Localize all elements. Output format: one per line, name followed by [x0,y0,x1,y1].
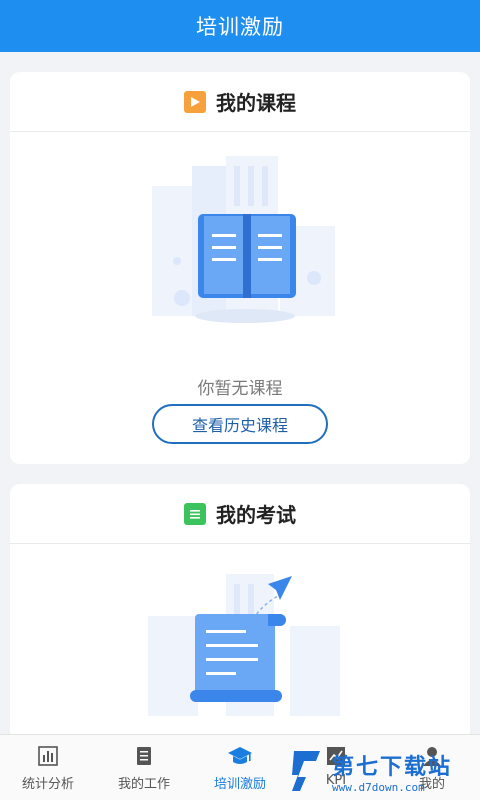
empty-courses-illustration [152,156,335,323]
watermark-url: www.d7down.com [332,780,425,794]
exams-card-title: 我的考试 [216,503,296,527]
watermark-title: 第七下载站 [332,754,453,780]
my-courses-card: 我的课程 你暂无课程 查看历史课程 [10,72,470,464]
graduation-cap-icon [227,743,253,769]
main-content[interactable]: 我的课程 你暂无课程 查看历史课程 我的考试 [0,52,480,734]
list-icon [184,502,206,525]
document-icon [131,743,157,769]
courses-card-title: 我的课程 [216,91,296,115]
tab-label: 统计分析 [21,777,74,792]
bar-chart-icon [35,743,61,769]
my-exams-card: 我的考试 [10,484,470,734]
top-bar: 培训激励 [0,0,480,52]
watermark: 第七下载站 www.d7down.com [290,742,480,800]
page-title: 培训激励 [196,15,284,39]
tab-label: 培训激励 [213,777,266,792]
watermark-logo-icon [292,751,320,791]
tab-training[interactable]: 培训激励 [192,735,288,800]
view-history-courses-button[interactable]: 查看历史课程 [152,404,328,444]
play-icon [184,90,206,113]
tab-my-work[interactable]: 我的工作 [96,735,192,800]
tab-label: 我的工作 [117,777,170,792]
empty-exams-illustration [148,574,340,716]
courses-card-header: 我的课程 [10,72,470,132]
exams-card-header: 我的考试 [10,484,470,544]
tab-statistics[interactable]: 统计分析 [0,735,96,800]
empty-courses-text: 你暂无课程 [197,379,283,399]
